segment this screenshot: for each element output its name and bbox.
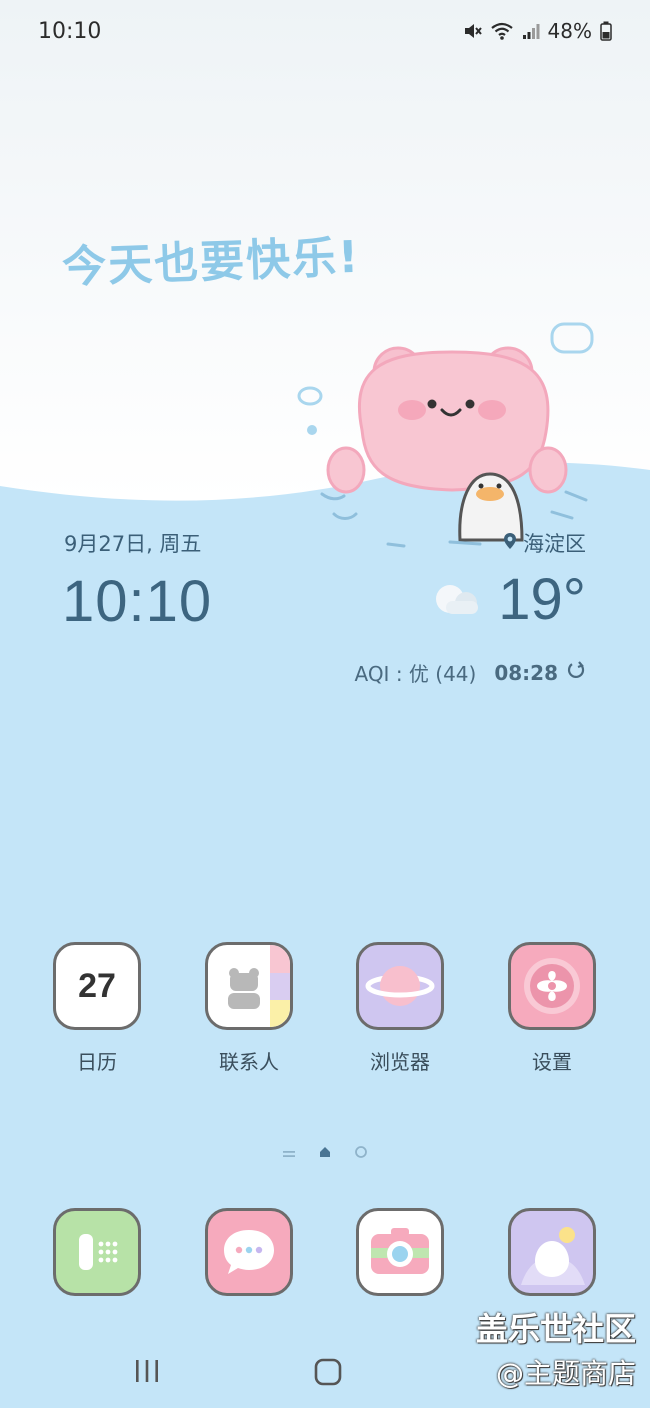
app-label: 联系人 [219, 1050, 279, 1074]
settings-icon [508, 942, 596, 1030]
battery-icon [600, 21, 612, 41]
status-time: 10:10 [38, 18, 102, 44]
wallpaper [0, 0, 650, 1408]
app-label: 浏览器 [370, 1050, 430, 1074]
updated-time: 08:28 [494, 660, 558, 685]
widget-date: 9月27日, 周五 [64, 532, 202, 556]
app-label: 设置 [532, 1050, 572, 1074]
dock-gallery[interactable] [504, 1208, 600, 1296]
camera-icon [356, 1208, 444, 1296]
home-button[interactable] [314, 1358, 342, 1390]
app-browser[interactable]: 浏览器 [352, 942, 448, 1075]
recent-apps-button[interactable] [134, 1358, 160, 1388]
page-dot-icon[interactable] [354, 1144, 368, 1163]
location-pin-icon [503, 531, 517, 555]
app-settings[interactable]: 设置 [504, 942, 600, 1075]
watermark-subtitle: @主题商店 [495, 1357, 636, 1390]
home-page-icon[interactable] [318, 1144, 332, 1163]
dock-phone[interactable] [49, 1208, 145, 1296]
status-bar: 10:10 48% [0, 0, 650, 62]
contacts-icon [205, 942, 293, 1030]
weather-info[interactable]: 19° [432, 566, 586, 633]
mute-icon [462, 21, 482, 41]
location-name: 海淀区 [523, 532, 586, 556]
app-contacts[interactable]: 联系人 [201, 942, 297, 1075]
app-calendar[interactable]: 27 日历 [49, 942, 145, 1075]
wallpaper-slogan: 今天也要快乐! [61, 231, 362, 294]
status-icons: 48% [462, 19, 612, 43]
browser-icon [356, 942, 444, 1030]
signal-icon [522, 22, 540, 40]
aqi-value: AQI : 优 (44) [354, 662, 477, 686]
messages-icon [205, 1208, 293, 1296]
calendar-date-badge: 27 [78, 966, 116, 1005]
battery-level: 48% [547, 19, 592, 43]
weather-temperature: 19° [498, 567, 586, 632]
gallery-icon [508, 1208, 596, 1296]
calendar-icon: 27 [53, 942, 141, 1030]
weather-updated[interactable]: 08:28 [494, 660, 586, 685]
dock-messages[interactable] [201, 1208, 297, 1296]
phone-icon [53, 1208, 141, 1296]
cloud-icon [432, 579, 486, 621]
refresh-icon[interactable] [566, 660, 586, 685]
watermark-title: 盖乐世社区 [475, 1310, 636, 1348]
menu-lines-icon[interactable] [282, 1144, 296, 1163]
widget-clock: 10:10 [62, 569, 213, 634]
app-label: 日历 [77, 1050, 117, 1074]
dock-camera[interactable] [352, 1208, 448, 1296]
page-indicator[interactable] [0, 1144, 650, 1163]
widget-location[interactable]: 海淀区 [503, 528, 586, 558]
wifi-icon [490, 21, 514, 41]
aqi-row: AQI : 优 (44) 08:28 [354, 658, 586, 687]
